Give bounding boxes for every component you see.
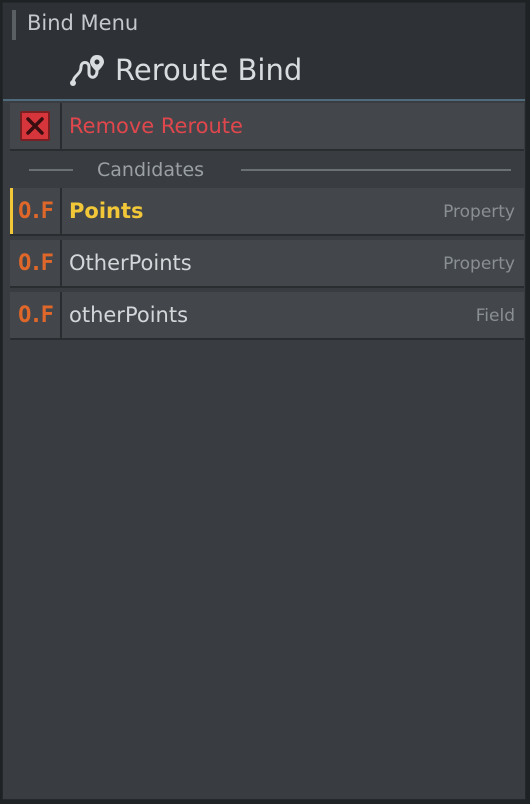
candidate-item-otherpoints-field[interactable]: O.F otherPoints Field xyxy=(10,292,524,340)
object-field-icon: O.F xyxy=(18,198,54,224)
candidates-title: Candidates xyxy=(97,159,205,181)
candidate-label: OtherPoints xyxy=(69,251,192,275)
bind-menu-window: Bind Menu Reroute Bind Remove Reroute Ca… xyxy=(2,2,526,800)
candidate-kind: Field xyxy=(475,306,515,326)
object-field-icon: O.F xyxy=(18,302,54,328)
reroute-icon xyxy=(70,55,104,86)
candidate-label: Points xyxy=(69,199,144,223)
candidate-kind: Property xyxy=(443,202,515,222)
candidate-kind: Property xyxy=(443,254,515,274)
candidate-item-points[interactable]: O.F Points Property xyxy=(10,188,524,236)
remove-reroute-label: Remove Reroute xyxy=(69,114,243,138)
drag-handle[interactable] xyxy=(12,10,16,40)
candidate-label: otherPoints xyxy=(69,303,189,327)
menu-header: Bind Menu Reroute Bind xyxy=(3,3,525,101)
close-icon xyxy=(20,111,50,141)
menu-title: Bind Menu xyxy=(27,11,139,35)
candidates-separator: Candidates xyxy=(29,155,511,185)
bind-title-row: Reroute Bind xyxy=(69,53,302,87)
candidate-item-otherpoints-property[interactable]: O.F OtherPoints Property xyxy=(10,240,524,288)
bind-title: Reroute Bind xyxy=(115,53,303,87)
object-field-icon: O.F xyxy=(18,250,54,276)
remove-reroute-item[interactable]: Remove Reroute xyxy=(10,103,524,151)
